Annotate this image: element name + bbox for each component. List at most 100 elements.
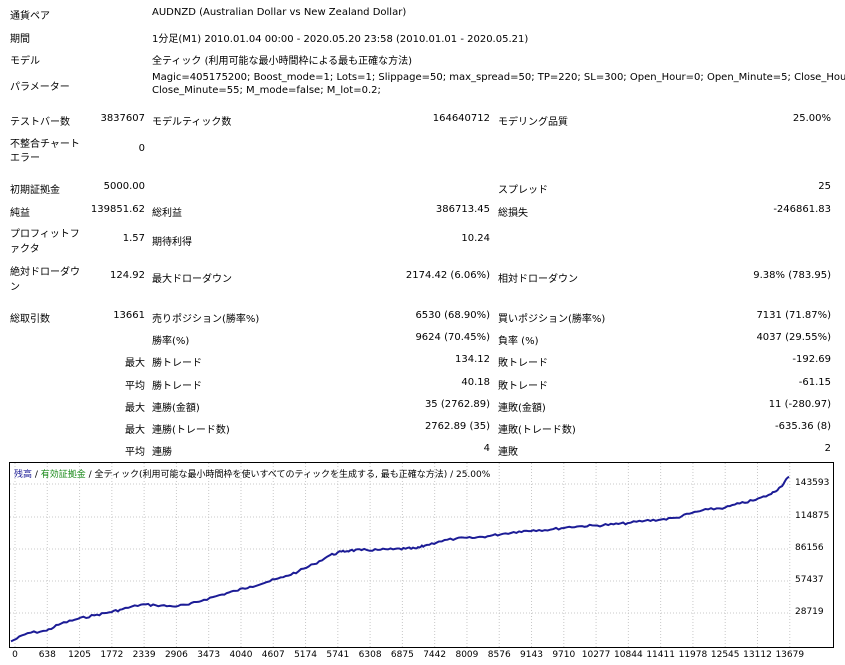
x-tick-label: 3473	[197, 650, 221, 660]
period-label: 期間	[10, 34, 30, 45]
profit-factor-value: 1.57	[122, 233, 145, 244]
legend-description: / 全ティック(利用可能な最小時間枠を使いすべてのティックを生成する, 最も正確…	[85, 470, 491, 480]
average-consecutive-losses-label: 連敗	[498, 447, 518, 458]
average-prefix: 平均	[125, 381, 145, 392]
y-tick-label: 57437	[795, 575, 824, 585]
symbol-label: 通貨ペア	[10, 11, 50, 22]
average-consecutive-prefix: 平均	[125, 447, 145, 458]
parameters-value-line1: Magic=405175200; Boost_mode=1; Lots=1; S…	[152, 72, 845, 83]
consecutive-profit-label: 連勝(トレード数)	[152, 425, 230, 436]
short-positions-value: 6530 (68.90%)	[415, 310, 490, 321]
relative-drawdown-value: 9.38% (783.95)	[753, 270, 831, 281]
max-consecutive-count-prefix: 最大	[125, 425, 145, 436]
model-value: 全ティック (利用可能な最小時間枠による最も正確な方法)	[152, 56, 413, 67]
average-profit-label: 勝トレード	[152, 381, 202, 392]
absolute-drawdown-label-line2: ン	[10, 282, 20, 293]
legend-equity: 有効証拠金	[40, 470, 86, 480]
x-tick-label: 10277	[581, 650, 611, 660]
max-consecutive-prefix: 最大	[125, 403, 145, 414]
x-tick-label: 4607	[261, 650, 285, 660]
spread-label: スプレッド	[498, 185, 548, 196]
parameters-label: パラメーター	[10, 82, 70, 93]
x-tick-label: 1205	[68, 650, 92, 660]
largest-profit-value: 134.12	[455, 354, 490, 365]
profit-factor-label-line2: ァクタ	[10, 244, 40, 255]
profit-trades-label: 勝率(%)	[152, 336, 190, 347]
consecutive-profit-value: 2762.89 (35)	[424, 421, 490, 432]
x-tick-label: 1772	[100, 650, 124, 660]
average-loss-value: -61.15	[798, 377, 831, 388]
x-tick-label: 8576	[487, 650, 511, 660]
relative-drawdown-label: 相対ドローダウン	[498, 274, 578, 285]
x-tick-label: 11411	[646, 650, 675, 660]
gross-loss-value: -246861.83	[773, 204, 831, 215]
expected-payoff-value: 10.24	[461, 233, 490, 244]
x-tick-label: 4040	[229, 650, 253, 660]
x-tick-label: 13112	[743, 650, 772, 660]
x-tick-label: 13679	[775, 650, 805, 660]
x-tick-label: 2339	[132, 650, 156, 660]
spread-value: 25	[818, 181, 831, 192]
gross-profit-value: 386713.45	[435, 204, 490, 215]
model-label: モデル	[10, 56, 40, 67]
average-consecutive-wins-value: 4	[483, 443, 490, 454]
average-consecutive-losses-value: 2	[824, 443, 831, 454]
x-tick-label: 12545	[710, 650, 740, 660]
y-tick-label: 114875	[795, 511, 830, 521]
deposit-label: 初期証拠金	[10, 185, 60, 196]
x-tick-label: 2906	[164, 650, 188, 660]
profit-factor-label-line1: プロフィットフ	[10, 229, 80, 240]
loss-trades-label: 負率 (%)	[498, 336, 539, 347]
ticks-label: モデルティック数	[152, 117, 232, 128]
mismatch-label-line1: 不整合チャート	[10, 139, 80, 150]
chart-frame	[9, 462, 834, 648]
deposit-value: 5000.00	[103, 181, 145, 192]
legend-separator: /	[32, 470, 41, 480]
average-profit-value: 40.18	[461, 377, 490, 388]
ticks-value: 164640712	[432, 113, 490, 124]
total-trades-label: 総取引数	[10, 314, 50, 325]
gross-profit-label: 総利益	[152, 208, 182, 219]
quality-label: モデリング品質	[498, 117, 568, 128]
x-tick-label: 638	[38, 650, 56, 660]
symbol-value: AUDNZD (Australian Dollar vs New Zealand…	[152, 7, 407, 18]
x-tick-label: 0	[12, 650, 18, 660]
mismatch-value: 0	[138, 143, 145, 154]
x-tick-label: 6875	[390, 650, 414, 660]
x-tick-label: 7442	[423, 650, 447, 660]
long-positions-label: 買いポジション(勝率%)	[498, 314, 606, 325]
net-profit-label: 純益	[10, 208, 30, 219]
gross-loss-label: 総損失	[498, 208, 528, 219]
x-tick-label: 9143	[520, 650, 543, 660]
legend-balance: 残高	[14, 470, 33, 480]
quality-value: 25.00%	[792, 113, 831, 124]
loss-trades-value: 4037 (29.55%)	[756, 332, 831, 343]
consecutive-losses-amount-value: 11 (-280.97)	[768, 399, 831, 410]
x-tick-label: 9710	[552, 650, 576, 660]
expected-payoff-label: 期待利得	[152, 237, 192, 248]
bars-value: 3837607	[100, 113, 145, 124]
consecutive-losses-amount-label: 連敗(金額)	[498, 403, 546, 414]
bars-label: テストバー数	[10, 117, 70, 128]
maximal-drawdown-value: 2174.42 (6.06%)	[405, 270, 490, 281]
chart-legend: 残高 / 有効証拠金 / 全ティック(利用可能な最小時間枠を使いすべてのティック…	[14, 467, 490, 480]
absolute-drawdown-label-line1: 絶対ドローダウ	[10, 267, 80, 278]
consecutive-wins-amount-value: 35 (2762.89)	[424, 399, 490, 410]
long-positions-value: 7131 (71.87%)	[756, 310, 831, 321]
largest-loss-value: -192.69	[792, 354, 831, 365]
y-tick-label: 28719	[795, 607, 824, 617]
y-tick-label: 86156	[795, 543, 824, 553]
consecutive-loss-value: -635.36 (8)	[775, 421, 831, 432]
x-tick-label: 5741	[326, 650, 350, 660]
average-consecutive-wins-label: 連勝	[152, 447, 172, 458]
consecutive-wins-amount-label: 連勝(金額)	[152, 403, 200, 414]
balance-chart	[9, 462, 834, 648]
maximal-drawdown-label: 最大ドローダウン	[152, 274, 232, 285]
y-tick-label: 143593	[795, 478, 830, 488]
x-tick-label: 10844	[614, 650, 643, 660]
largest-loss-label: 敗トレード	[498, 358, 548, 369]
consecutive-loss-label: 連敗(トレード数)	[498, 425, 576, 436]
mismatch-label-line2: エラー	[10, 153, 40, 164]
parameters-value-line2: Close_Minute=55; M_mode=false; M_lot=0.2…	[152, 85, 381, 96]
net-profit-value: 139851.62	[90, 204, 145, 215]
